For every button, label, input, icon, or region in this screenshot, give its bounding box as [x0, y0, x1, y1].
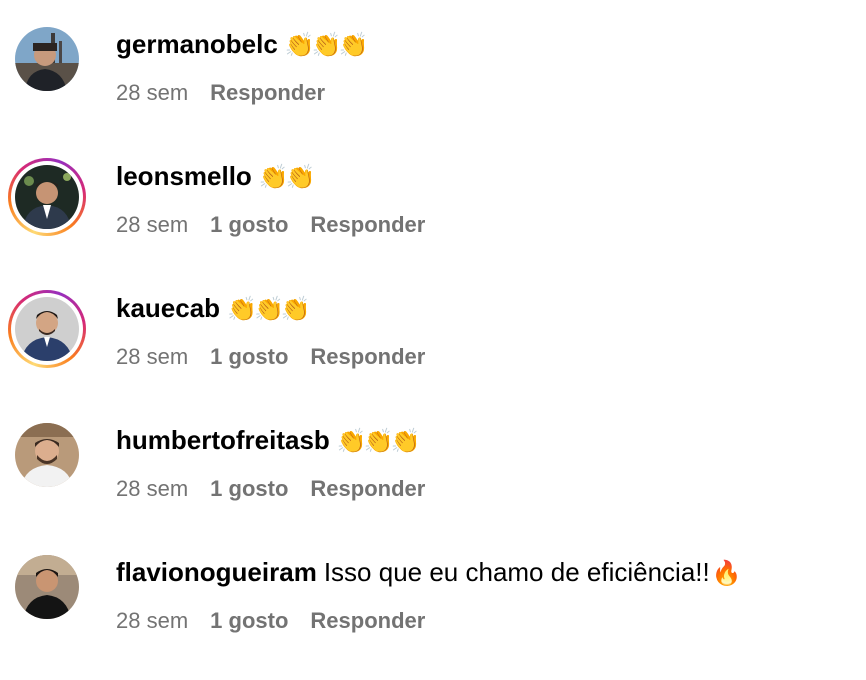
- timestamp[interactable]: 28 sem: [116, 212, 188, 237]
- timestamp[interactable]: 28 sem: [116, 608, 188, 633]
- username-link[interactable]: kauecab: [116, 293, 220, 323]
- comment-meta: 28 sem Responder: [116, 79, 347, 107]
- timestamp[interactable]: 28 sem: [116, 476, 188, 501]
- comment-meta: 28 sem 1 gosto Responder: [116, 343, 447, 371]
- avatar-photo-icon: [15, 27, 79, 91]
- comment-item: humbertofreitasb 👏👏👏 28 sem 1 gosto Respond…: [0, 396, 866, 528]
- reply-button[interactable]: Responder: [310, 344, 425, 369]
- avatar[interactable]: [14, 26, 80, 92]
- username-link[interactable]: germanobelc: [116, 29, 278, 59]
- reply-button[interactable]: Responder: [310, 212, 425, 237]
- clapping-hands-emoji: 👏👏👏: [227, 295, 311, 323]
- avatar[interactable]: [14, 422, 80, 488]
- comment-meta: 28 sem 1 gosto Responder: [116, 211, 447, 239]
- avatar-photo-icon: [15, 165, 79, 229]
- fire-emoji: 🔥: [711, 559, 742, 587]
- clapping-hands-emoji: 👏👏👏: [284, 31, 369, 59]
- avatar-photo-icon: [15, 555, 79, 619]
- likes-count[interactable]: 1 gosto: [210, 608, 288, 633]
- reply-button[interactable]: Responder: [310, 608, 425, 633]
- comment-text: leonsmello 👏👏: [116, 160, 316, 193]
- comment-item: leonsmello 👏👏 28 sem 1 gosto Responder: [0, 132, 866, 264]
- avatar-photo-icon: [15, 297, 79, 361]
- likes-count[interactable]: 1 gosto: [210, 344, 288, 369]
- username-link[interactable]: flavionogueiram: [116, 557, 317, 587]
- comment-item: kauecab 👏👏👏 28 sem 1 gosto Responder: [0, 264, 866, 396]
- timestamp[interactable]: 28 sem: [116, 344, 188, 369]
- reply-button[interactable]: Responder: [310, 476, 425, 501]
- clapping-hands-emoji: 👏👏: [258, 163, 316, 191]
- username-link[interactable]: leonsmello: [116, 161, 252, 191]
- avatar-photo-icon: [15, 423, 79, 487]
- comment-text: kauecab 👏👏👏: [116, 292, 311, 325]
- comment-meta: 28 sem 1 gosto Responder: [116, 475, 447, 503]
- likes-count[interactable]: 1 gosto: [210, 476, 288, 501]
- likes-count[interactable]: 1 gosto: [210, 212, 288, 237]
- comment-list: germanobelc 👏👏👏 28 sem Responder leonsme…: [0, 0, 866, 680]
- comment-text: flavionogueiram Isso que eu chamo de efic…: [116, 556, 742, 589]
- username-link[interactable]: humbertofreitasb: [116, 425, 330, 455]
- comment-item: flavionogueiram Isso que eu chamo de efic…: [0, 528, 866, 660]
- avatar[interactable]: [8, 290, 86, 368]
- avatar[interactable]: [14, 554, 80, 620]
- clapping-hands-emoji: 👏👏👏: [336, 427, 421, 455]
- comment-item: germanobelc 👏👏👏 28 sem Responder: [0, 0, 866, 132]
- comment-meta: 28 sem 1 gosto Responder: [116, 607, 447, 635]
- timestamp[interactable]: 28 sem: [116, 80, 188, 105]
- comment-body: Isso que eu chamo de eficiência!!: [323, 557, 710, 587]
- comment-text: humbertofreitasb 👏👏👏: [116, 424, 421, 457]
- reply-button[interactable]: Responder: [210, 80, 325, 105]
- comment-text: germanobelc 👏👏👏: [116, 28, 369, 61]
- avatar[interactable]: [8, 158, 86, 236]
